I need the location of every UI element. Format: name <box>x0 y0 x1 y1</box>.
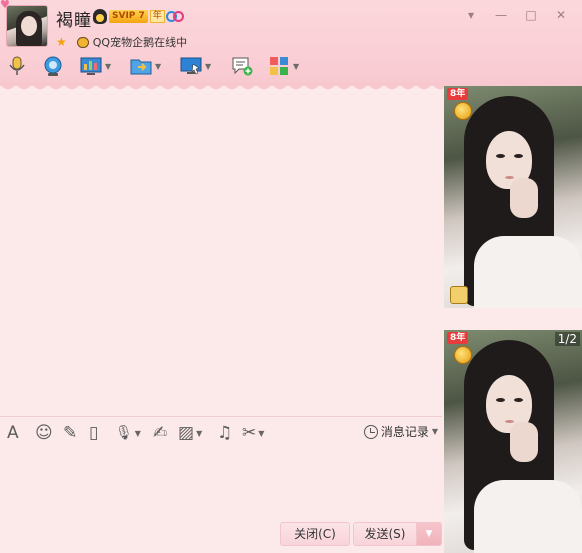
member-years-tag: 8年 <box>447 332 469 344</box>
photo-shirt <box>474 236 582 308</box>
image-icon: ▨ <box>178 423 195 443</box>
scissors-icon: ✂ <box>242 423 257 443</box>
emoji-icon: ☺ <box>35 423 53 443</box>
add-discussion-button[interactable] <box>231 52 253 80</box>
photo-hand <box>510 178 538 218</box>
voice-call-button[interactable] <box>6 52 28 80</box>
clock-icon <box>363 424 378 439</box>
microphone-icon <box>6 55 28 77</box>
chevron-down-icon[interactable]: ▾ <box>456 6 486 24</box>
qq-pet-icon[interactable] <box>76 36 89 48</box>
photo-lips <box>505 420 514 423</box>
video-camera-icon <box>42 55 64 77</box>
contact-avatar[interactable] <box>6 5 48 47</box>
heart-icon: ♥ <box>0 0 10 11</box>
doodle-button[interactable]: ✍ <box>153 423 167 443</box>
svip-level: SVIP 7 <box>109 10 148 23</box>
svip-badge[interactable]: SVIP 7 年 <box>93 9 165 24</box>
chevron-down-icon[interactable]: ▼ <box>155 62 161 71</box>
chevron-down-icon[interactable]: ▼ <box>293 62 299 71</box>
app-grid-button[interactable]: ▼ <box>268 52 299 80</box>
photo-eye <box>514 398 523 402</box>
contact-show-photo[interactable]: 8年 <box>444 86 582 308</box>
photo-hand <box>510 422 538 462</box>
emoji-button[interactable]: ☺ <box>35 423 53 443</box>
photo-eye <box>514 154 523 158</box>
font-button[interactable]: A <box>7 423 19 443</box>
chat-toolbar: ▼ ▼ ▼ ▼ <box>0 52 320 80</box>
photo-pager[interactable]: 1/2 <box>554 332 580 346</box>
message-history-button[interactable]: 消息记录 ▼ <box>363 423 438 440</box>
image-button[interactable]: ▨ ▼ <box>178 423 202 443</box>
message-history-area[interactable] <box>0 90 442 416</box>
medal-icon[interactable] <box>454 346 472 364</box>
status-text[interactable]: QQ宠物企鹅在线中 <box>93 34 187 50</box>
magic-wand-icon: ✎ <box>63 423 78 443</box>
history-label: 消息记录 <box>380 425 429 439</box>
doodle-icon: ✍ <box>153 423 168 443</box>
add-discussion-icon <box>231 55 253 77</box>
voice-message-button[interactable]: 🎙 ▼ <box>115 423 141 443</box>
font-icon: A <box>7 423 19 443</box>
music-button[interactable]: ♫ <box>217 423 232 443</box>
photo-eye <box>496 398 505 402</box>
remote-desktop-button[interactable]: ▼ <box>80 52 111 80</box>
close-icon[interactable]: ✕ <box>546 6 576 24</box>
voice-message-icon: 🎙 <box>115 425 133 441</box>
avatar-face <box>21 16 37 36</box>
maximize-icon[interactable]: □ <box>516 6 546 24</box>
svip-year: 年 <box>149 10 165 23</box>
close-button[interactable]: 关闭(C) <box>280 522 350 546</box>
status-line: ★ QQ宠物企鹅在线中 <box>56 34 187 50</box>
remote-desktop-icon <box>80 55 102 77</box>
message-input[interactable] <box>0 449 442 519</box>
contact-nickname[interactable]: 褐瞳 <box>56 6 92 31</box>
qq-link-icon[interactable] <box>166 11 184 22</box>
chevron-down-icon[interactable]: ▼ <box>105 62 111 71</box>
send-button[interactable]: 发送(S) <box>353 522 417 546</box>
screen-share-icon <box>180 55 202 77</box>
magic-wand-button[interactable]: ✎ <box>63 423 77 443</box>
chat-window: ♥ 褐瞳 SVIP 7 年 ★ QQ宠物企鹅在线中 ▾ — □ ✕ ▼ ▼ ▼ … <box>0 0 582 553</box>
chevron-down-icon[interactable]: ▼ <box>205 62 211 71</box>
penguin-icon <box>93 9 107 24</box>
input-toolbar: A ☺ ✎ ▯ 🎙 ▼ ✍ ▨ ▼ ♫ ✂ ▼ 消息记录 ▼ <box>0 416 442 448</box>
music-icon: ♫ <box>217 423 233 443</box>
photo-shirt <box>474 480 582 553</box>
screen-shake-icon: ▯ <box>89 423 99 443</box>
member-years-tag: 8年 <box>447 88 469 100</box>
pet-badge-icon[interactable] <box>450 286 468 304</box>
medal-icon[interactable] <box>454 102 472 120</box>
app-grid-icon <box>268 55 290 77</box>
self-show-photo[interactable]: 8年 1/2 <box>444 330 582 553</box>
chat-header: ♥ 褐瞳 SVIP 7 年 ★ QQ宠物企鹅在线中 ▾ — □ ✕ ▼ ▼ ▼ … <box>0 0 582 92</box>
chevron-down-icon[interactable]: ▼ <box>135 429 141 438</box>
photo-eye <box>496 154 505 158</box>
file-transfer-button[interactable]: ▼ <box>130 52 161 80</box>
chevron-down-icon[interactable]: ▼ <box>258 429 264 438</box>
chevron-down-icon[interactable]: ▼ <box>432 427 438 436</box>
star-icon[interactable]: ★ <box>56 35 67 49</box>
video-call-button[interactable] <box>42 52 64 80</box>
send-options-chevron-icon[interactable]: ▼ <box>417 522 442 546</box>
chevron-down-icon[interactable]: ▼ <box>196 429 202 438</box>
photo-lips <box>505 176 514 179</box>
window-controls: ▾ — □ ✕ <box>456 6 576 24</box>
file-transfer-icon <box>130 55 152 77</box>
screen-share-button[interactable]: ▼ <box>180 52 211 80</box>
screenshot-button[interactable]: ✂ ▼ <box>242 423 264 443</box>
minimize-icon[interactable]: — <box>486 6 516 24</box>
screen-shake-button[interactable]: ▯ <box>89 423 98 443</box>
